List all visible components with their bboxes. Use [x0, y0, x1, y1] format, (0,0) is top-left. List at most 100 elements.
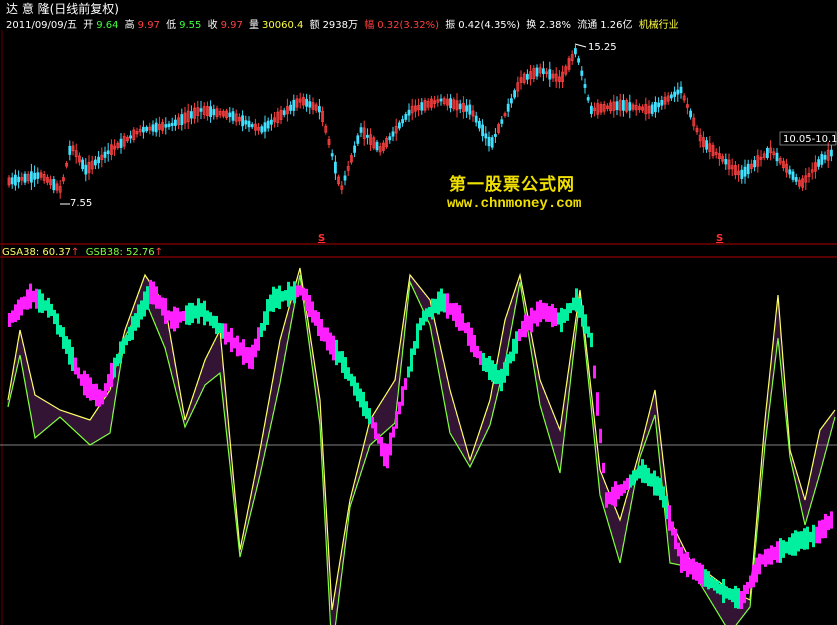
band-bar [800, 531, 803, 549]
band-bar [593, 365, 596, 379]
candle-body [724, 158, 728, 165]
high-value: 9.97 [137, 20, 160, 31]
candle-body [375, 141, 379, 151]
band-bar [641, 459, 644, 483]
band-bar [581, 305, 584, 327]
candle-body [151, 124, 155, 132]
band-bar [620, 484, 623, 496]
band-bar [830, 511, 833, 529]
candle-body [13, 174, 17, 186]
band-bar [701, 564, 704, 587]
band-bar [110, 362, 113, 388]
band-bar [251, 344, 254, 370]
band-bar [809, 531, 812, 543]
candle-body [308, 101, 312, 108]
band-bar [557, 312, 560, 325]
candle-body [10, 177, 14, 185]
candle-body [465, 105, 469, 112]
candle-body [740, 169, 744, 179]
band-bar [206, 310, 209, 322]
band-bar [632, 470, 635, 486]
band-bar [368, 408, 371, 424]
band-bar [125, 334, 128, 346]
chart-canvas[interactable] [0, 0, 837, 625]
band-bar [59, 325, 62, 337]
band-bar [311, 301, 314, 323]
float-value: 1.26亿 [600, 20, 633, 31]
candle-body [490, 137, 494, 148]
candle-body [52, 179, 56, 191]
band-bar [74, 357, 77, 375]
band-bar [428, 306, 431, 318]
band-bar [359, 388, 362, 408]
candle-body [458, 103, 462, 110]
band-bar [68, 339, 71, 365]
candle-body [164, 124, 168, 128]
band-bar [272, 286, 275, 312]
band-bar [752, 564, 755, 588]
band-bar [470, 327, 473, 353]
candle-body [263, 122, 267, 132]
band-bar [353, 376, 356, 396]
candle-body [615, 101, 619, 111]
band-bar [755, 557, 758, 583]
band-bar [290, 286, 293, 301]
band-bar [587, 326, 590, 338]
candle-body [282, 110, 286, 115]
candle-body [81, 159, 84, 170]
band-bar [119, 341, 122, 364]
band-bar [635, 469, 638, 481]
candle-body [449, 98, 453, 109]
high-marker-label: 15.25 [588, 42, 617, 53]
band-bar [767, 548, 770, 565]
band-bar [506, 354, 509, 376]
band-bar [725, 586, 728, 599]
band-bar [107, 374, 110, 391]
band-bar [704, 569, 707, 587]
band-bar [560, 307, 563, 333]
candle-body [141, 126, 145, 133]
band-bar [533, 310, 536, 324]
band-bar [260, 322, 263, 338]
band-bar [389, 432, 392, 456]
band-bar [425, 308, 428, 322]
band-bar [392, 426, 395, 438]
band-bar [380, 437, 383, 457]
band-bar [131, 316, 134, 340]
candle-body [247, 120, 251, 128]
band-bar [455, 302, 458, 328]
candle-body [474, 115, 478, 123]
candle-body [705, 140, 708, 150]
band-bar [101, 390, 104, 405]
band-bar [524, 314, 527, 338]
candle-body [679, 86, 683, 94]
band-bar [47, 297, 50, 318]
date-value: 2011/09/09/五 [6, 20, 78, 31]
candle-body [477, 120, 481, 129]
band-bar [140, 300, 143, 320]
band-bar [512, 338, 515, 362]
candle-body [753, 160, 756, 168]
band-bar [536, 301, 539, 327]
band-bar [509, 351, 512, 364]
band-bar [575, 288, 578, 312]
candle-body [493, 134, 497, 137]
candle-body [535, 67, 539, 77]
band-bar [137, 304, 140, 328]
band-bar [569, 302, 572, 314]
candle-body [500, 119, 504, 124]
band-bar [602, 462, 605, 474]
candle-body [397, 122, 401, 129]
candle-body [103, 151, 107, 158]
band-bar [545, 303, 548, 322]
candle-body [343, 175, 347, 181]
band-bar [464, 322, 467, 334]
band-bar [614, 481, 617, 507]
candle-body [823, 155, 827, 160]
band-bar [92, 383, 95, 401]
band-bar [338, 351, 341, 363]
band-bar [422, 310, 425, 326]
band-bar [788, 537, 791, 555]
candle-body [129, 135, 133, 139]
candle-body [817, 159, 820, 167]
